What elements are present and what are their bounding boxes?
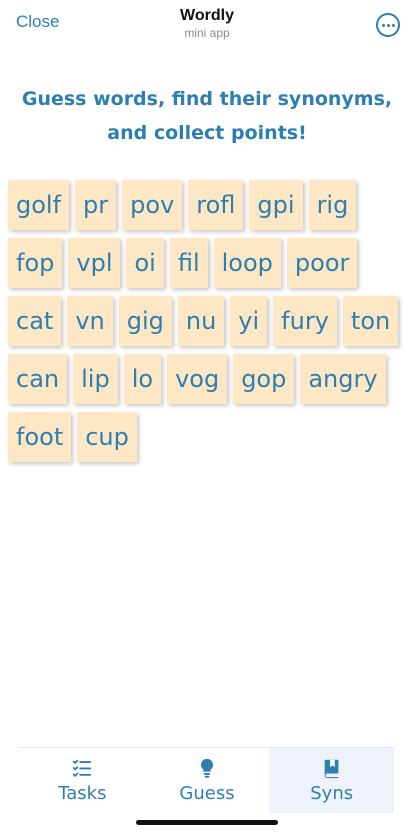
home-indicator (136, 820, 278, 825)
word-tile[interactable]: pr (75, 180, 117, 230)
bottom-tab-bar: Tasks Guess Syns (20, 747, 395, 813)
word-tile[interactable]: rofl (188, 180, 244, 230)
tab-guess[interactable]: Guess (145, 748, 270, 813)
word-tile[interactable]: gop (233, 354, 295, 404)
checklist-icon (73, 759, 92, 777)
word-tile[interactable]: yi (230, 296, 268, 346)
more-options-icon[interactable] (376, 13, 400, 37)
headline-line-2: and collect points! (107, 122, 307, 144)
word-tile[interactable]: fop (8, 238, 63, 288)
bookmark-book-icon (324, 759, 339, 779)
headline: Guess words, find their synonyms, and co… (20, 82, 394, 150)
word-tile[interactable]: foot (8, 412, 72, 462)
word-tile[interactable]: poor (286, 238, 358, 288)
word-tile[interactable]: gig (118, 296, 172, 346)
top-bar: Close Wordly mini app (0, 0, 414, 50)
title-block: Wordly mini app (0, 6, 414, 40)
word-tile[interactable]: vog (167, 354, 228, 404)
word-tile[interactable]: ton (342, 296, 399, 346)
app-title: Wordly (180, 7, 234, 24)
word-tiles-grid: golf pr pov rofl gpi rig fop vpl oi fil … (8, 180, 406, 462)
tab-label-tasks: Tasks (58, 783, 107, 804)
word-tile[interactable]: lo (123, 354, 162, 404)
word-tile[interactable]: gpi (249, 180, 303, 230)
dot-icon (391, 23, 395, 27)
tab-label-syns: Syns (310, 783, 354, 804)
tab-label-guess: Guess (179, 783, 235, 804)
word-tile[interactable]: angry (300, 354, 386, 404)
headline-line-1: Guess words, find their synonyms, (21, 88, 393, 110)
tab-syns[interactable]: Syns (269, 748, 395, 813)
app-subtitle: mini app (184, 26, 230, 40)
lightbulb-icon (201, 758, 213, 778)
word-tile[interactable]: vpl (68, 238, 121, 288)
word-tile[interactable]: cup (77, 412, 137, 462)
word-tile[interactable]: fury (273, 296, 337, 346)
dot-icon (386, 23, 390, 27)
word-tile[interactable]: can (8, 354, 68, 404)
word-tile[interactable]: vn (67, 296, 113, 346)
word-tile[interactable]: golf (8, 180, 70, 230)
word-tile[interactable]: loop (213, 238, 281, 288)
word-tile[interactable]: oi (126, 238, 164, 288)
word-tile[interactable]: rig (308, 180, 357, 230)
word-tile[interactable]: pov (122, 180, 183, 230)
word-tile[interactable]: fil (169, 238, 208, 288)
word-tile[interactable]: cat (8, 296, 62, 346)
tab-tasks[interactable]: Tasks (20, 748, 145, 813)
dot-icon (381, 23, 385, 27)
word-tile[interactable]: lip (73, 354, 118, 404)
word-tile[interactable]: nu (177, 296, 225, 346)
